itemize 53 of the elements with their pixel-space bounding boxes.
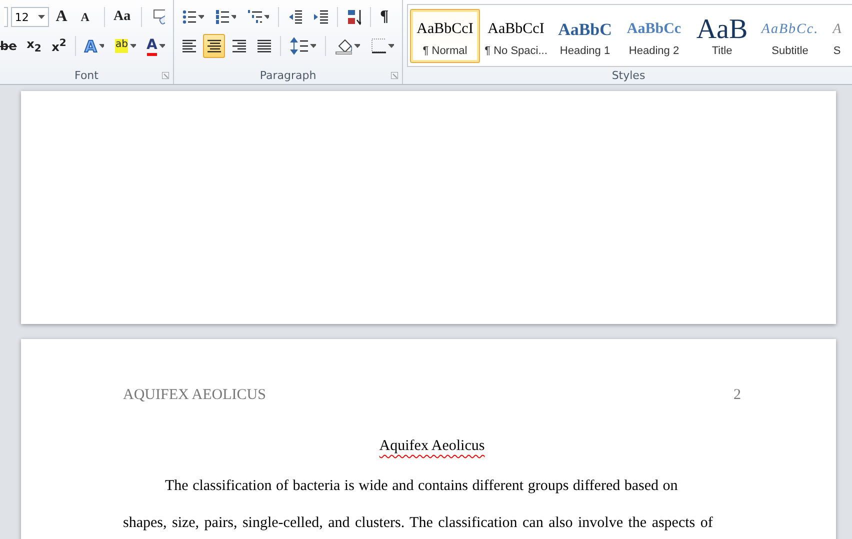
group-label: Styles <box>610 68 646 84</box>
dialog-launcher-icon[interactable] <box>162 72 169 79</box>
running-header: AQUIFEX AEOLICUS <box>123 387 266 404</box>
increase-indent-icon <box>313 9 328 25</box>
group-label: Font <box>74 68 100 84</box>
font-size-field[interactable]: 12 <box>10 7 49 27</box>
shrink-button[interactable]: A <box>76 5 99 29</box>
numbered-list-icon <box>214 9 229 25</box>
clear-formatting-icon <box>150 8 165 26</box>
style-item[interactable]: AaBbC Heading 1 <box>552 8 618 62</box>
decrease-indent-icon <box>288 9 302 25</box>
caret-icon <box>264 15 270 19</box>
align-center-icon <box>207 39 221 53</box>
align-left-icon <box>182 39 196 53</box>
multilevel-list-icon <box>247 9 262 25</box>
bullet-list-icon <box>182 9 196 25</box>
color-button[interactable]: A <box>142 34 169 58</box>
caret-icon <box>38 15 45 19</box>
justify-icon <box>257 39 271 53</box>
align-right-icon <box>232 39 246 53</box>
strike-button[interactable]: be <box>0 34 20 58</box>
group-label: Paragraph <box>258 68 318 84</box>
highlight-button[interactable]: ab <box>111 34 140 58</box>
line-spacing-icon <box>290 37 308 55</box>
style-item[interactable]: AaBbCc Heading 2 <box>620 8 688 62</box>
style-item[interactable]: AaB Title <box>690 8 754 62</box>
sort-icon <box>346 8 362 26</box>
align-center-button[interactable] <box>203 34 225 58</box>
sub-button[interactable]: x$_{2}$ <box>22 34 45 58</box>
marks-button[interactable]: ¶ <box>376 5 398 29</box>
style-item[interactable]: AaBbCcI ¶ No Spaci... <box>482 8 550 62</box>
document-title: Aquifex Aeolicus <box>379 438 485 454</box>
borders-icon <box>370 38 386 54</box>
caret-icon <box>230 15 236 19</box>
caret-icon <box>159 44 165 48</box>
font-name-field[interactable] <box>4 7 8 27</box>
style-item[interactable]: A S <box>826 8 848 62</box>
caret-icon <box>388 44 394 48</box>
paragraph-line: The classification of bacteria is wide and contains different groups differed based on <box>164 477 679 496</box>
style-item[interactable]: AaBbCcI ¶ Normal <box>410 8 480 62</box>
paragraph-line: shapes, size, pairs, single-celled, and clusters. The classification can also involve the aspects of <box>123 514 714 533</box>
style-item[interactable]: AaBbCc. Subtitle <box>756 8 824 62</box>
caret-icon <box>354 44 360 48</box>
case-button[interactable]: Aa <box>109 5 136 29</box>
dialog-launcher-icon[interactable] <box>391 72 398 79</box>
caret-icon <box>198 15 204 19</box>
caret-icon <box>310 44 316 48</box>
paint-bucket-icon <box>335 37 352 55</box>
grow-button[interactable]: A <box>52 5 74 29</box>
sup-button[interactable]: x$^{2}$ <box>48 34 70 58</box>
page-number: 2 <box>734 387 741 404</box>
caret-icon <box>130 44 136 48</box>
caret-icon <box>98 44 104 48</box>
